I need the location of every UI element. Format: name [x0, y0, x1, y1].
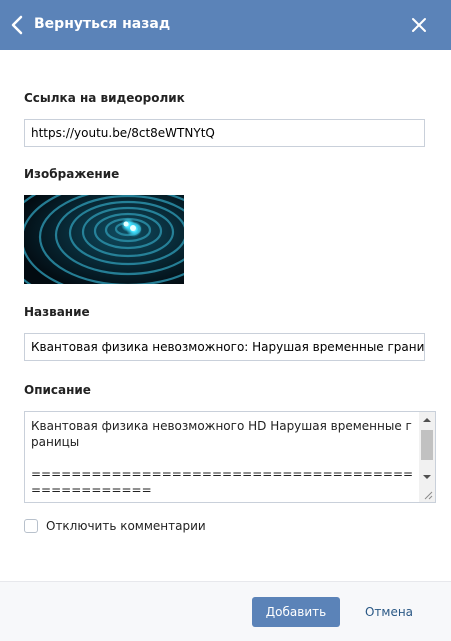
- description-scrollbar[interactable]: [419, 412, 435, 502]
- name-label: Название: [24, 305, 90, 319]
- scrollbar-thumb[interactable]: [421, 430, 433, 460]
- scroll-down-arrow-icon[interactable]: [422, 472, 432, 482]
- video-link-input[interactable]: https://youtu.be/8ct8eWTNYtQ: [24, 119, 425, 147]
- back-link-title[interactable]: Вернуться назад: [34, 16, 170, 32]
- resize-handle-icon[interactable]: [423, 490, 433, 500]
- chevron-left-icon[interactable]: [10, 14, 24, 36]
- cancel-button[interactable]: Отмена: [356, 597, 422, 627]
- scroll-up-arrow-icon[interactable]: [422, 415, 432, 425]
- description-text[interactable]: Квантовая физика невозможного HD Нарушая…: [31, 418, 419, 498]
- name-input[interactable]: Квантовая физика невозможного: Нарушая в…: [24, 333, 425, 361]
- gravitational-waves-image: [24, 195, 184, 284]
- image-label: Изображение: [24, 167, 120, 181]
- disable-comments-label[interactable]: Отключить комментарии: [46, 519, 206, 533]
- modal-header: Вернуться назад: [0, 0, 451, 50]
- disable-comments-checkbox[interactable]: [24, 519, 38, 533]
- video-link-label: Ссылка на видеоролик: [24, 91, 185, 105]
- add-button[interactable]: Добавить: [252, 597, 340, 627]
- video-thumbnail[interactable]: [24, 195, 184, 284]
- description-textarea[interactable]: Квантовая физика невозможного HD Нарушая…: [24, 411, 436, 503]
- close-icon[interactable]: [410, 16, 428, 34]
- description-label: Описание: [24, 383, 91, 397]
- modal-footer: Добавить Отмена: [0, 581, 451, 641]
